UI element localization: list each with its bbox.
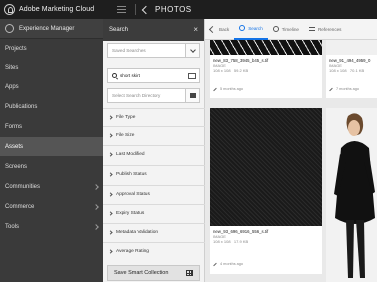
rail-header[interactable]: Experience Manager — [0, 19, 103, 39]
rail-item-screens[interactable]: Screens — [0, 157, 103, 176]
tab-search[interactable]: Search — [234, 19, 268, 40]
chevron-right-icon — [93, 183, 99, 190]
chevron-right-icon — [93, 203, 99, 210]
filter-file-type[interactable]: File Type — [103, 108, 205, 126]
asset-thumbnail[interactable] — [210, 108, 322, 226]
references-icon — [308, 27, 315, 31]
filter-approval-status[interactable]: Approval Status — [103, 185, 205, 203]
back-chevron-icon[interactable] — [141, 5, 151, 14]
asset-card[interactable]: new_93_696_6916_556_s.tif IMAGE 108 x 10… — [210, 108, 322, 274]
chevron-down-icon[interactable] — [185, 43, 200, 58]
asset-meta: new_83_758_3945_b45_s.tif IMAGE 108 x 10… — [213, 58, 268, 73]
chevron-right-icon — [108, 211, 113, 216]
filter-average-rating[interactable]: Average Rating — [103, 242, 205, 260]
top-bar: Adobe Marketing Cloud PHOTOS — [0, 0, 377, 19]
asset-card[interactable]: new_91_494_4959_0 IMAGE 108 x 108 70.1 K… — [326, 40, 377, 98]
asset-dims: 108 x 108 — [213, 68, 231, 73]
save-smart-collection-label: Save Smart Collection — [114, 270, 169, 276]
nav-rail: Experience Manager Projects Sites Apps P… — [0, 19, 103, 282]
filter-metadata-validation[interactable]: Metadata Validation — [103, 223, 205, 241]
asset-dims: 108 x 108 — [329, 68, 347, 73]
search-directory-field[interactable]: Select Search Directory — [107, 88, 200, 103]
collection-icon — [186, 270, 193, 276]
asset-size: 59.2 KB — [233, 68, 249, 73]
asset-thumbnail[interactable] — [210, 40, 322, 55]
chevron-right-icon — [108, 152, 113, 157]
filter-last-modified[interactable]: Last Modified — [103, 145, 205, 163]
saved-searches-dropdown[interactable]: Saved Searches — [107, 43, 200, 58]
search-query: short skirt — [120, 73, 140, 78]
edit-icon — [213, 262, 217, 266]
folder-browse-icon[interactable] — [185, 88, 200, 103]
asset-size: 70.1 KB — [349, 68, 365, 73]
keyboard-icon[interactable] — [188, 73, 196, 79]
asset-modified: 4 months ago — [213, 262, 243, 266]
chevron-right-icon — [108, 172, 113, 177]
rail-item-sites[interactable]: Sites — [0, 58, 103, 77]
rail-item-assets[interactable]: Assets — [0, 137, 103, 156]
asset-meta: new_93_696_6916_556_s.tif IMAGE 108 x 10… — [213, 229, 268, 244]
search-input[interactable]: short skirt — [107, 68, 200, 83]
asset-dims: 108 x 108 — [213, 239, 231, 244]
rail-item-forms[interactable]: Forms — [0, 117, 103, 136]
chevron-right-icon — [108, 249, 113, 254]
edit-icon — [329, 87, 333, 91]
brand-title: Adobe Marketing Cloud — [19, 6, 95, 13]
filter-file-size[interactable]: File Size — [103, 126, 205, 144]
rail-item-communities[interactable]: Communities — [0, 177, 103, 196]
asset-modified: 7 months ago — [329, 87, 359, 91]
saved-searches-placeholder: Saved Searches — [112, 48, 146, 53]
top-nav: PHOTOS — [103, 0, 192, 19]
hamburger-menu-icon[interactable] — [117, 6, 126, 13]
chevron-right-icon — [108, 133, 113, 138]
close-icon[interactable]: × — [193, 26, 198, 34]
asset-size: 17.9 KB — [233, 239, 249, 244]
rail-item-commerce[interactable]: Commerce — [0, 197, 103, 216]
edit-icon — [213, 87, 217, 91]
adobe-logo-icon — [4, 4, 15, 15]
search-icon — [239, 25, 246, 31]
clock-icon — [272, 26, 279, 32]
chevron-right-icon — [108, 115, 113, 120]
asset-card[interactable] — [326, 108, 377, 282]
search-icon — [112, 73, 117, 78]
search-panel: Search × Saved Searches short skirt Sele… — [103, 19, 205, 282]
asset-card[interactable]: new_83_758_3945_b45_s.tif IMAGE 108 x 10… — [210, 40, 322, 98]
results-toolbar: Back Search Timeline References — [205, 19, 377, 40]
rail-item-apps[interactable]: Apps — [0, 77, 103, 96]
asset-thumbnail[interactable] — [326, 40, 377, 55]
rail-item-publications[interactable]: Publications — [0, 97, 103, 116]
search-directory-placeholder: Select Search Directory — [112, 93, 161, 98]
rail-item-projects[interactable]: Projects — [0, 39, 103, 58]
experience-manager-icon — [5, 24, 14, 33]
divider — [135, 4, 136, 15]
asset-thumbnail[interactable] — [326, 108, 377, 282]
filter-expiry-status[interactable]: Expiry Status — [103, 204, 205, 222]
back-button[interactable]: Back — [205, 19, 234, 40]
brand[interactable]: Adobe Marketing Cloud — [0, 0, 103, 19]
rail-header-label: Experience Manager — [19, 25, 75, 32]
chevron-right-icon — [108, 230, 113, 235]
asset-meta: new_91_494_4959_0 IMAGE 108 x 108 70.1 K… — [329, 58, 370, 73]
asset-modified: 5 months ago — [213, 87, 243, 91]
rail-item-tools[interactable]: Tools — [0, 217, 103, 236]
save-smart-collection-button[interactable]: Save Smart Collection — [107, 265, 200, 281]
search-panel-title: Search — [109, 27, 129, 33]
search-panel-header: Search × — [103, 19, 204, 41]
filter-publish-status[interactable]: Publish Status — [103, 165, 205, 183]
chevron-right-icon — [108, 192, 113, 197]
location-title: PHOTOS — [155, 5, 192, 14]
tab-timeline[interactable]: Timeline — [268, 19, 304, 40]
chevron-right-icon — [93, 223, 99, 230]
back-icon — [208, 25, 217, 33]
tab-references[interactable]: References — [304, 19, 347, 40]
